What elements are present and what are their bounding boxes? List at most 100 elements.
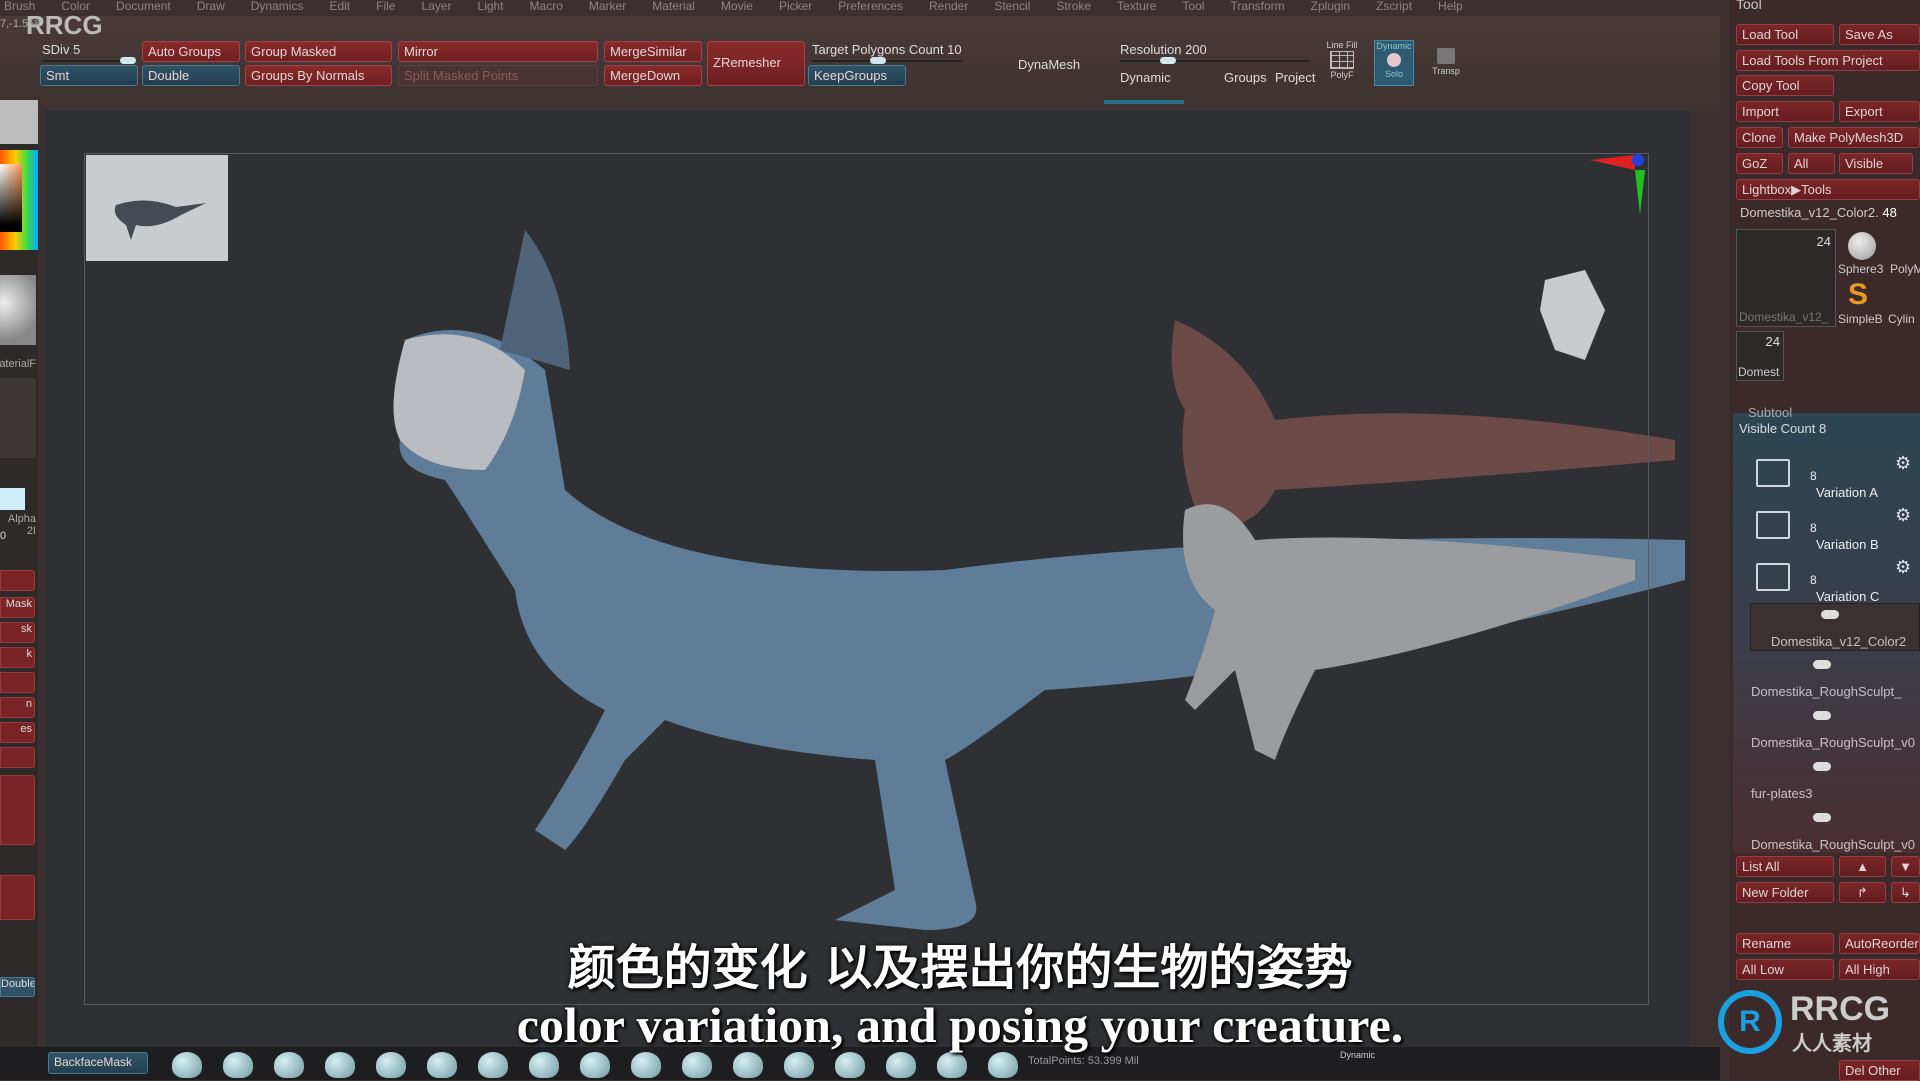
alpha-thumbnail[interactable] [0,488,25,510]
solo-button[interactable]: Dynamic Solo [1374,40,1414,86]
brush-thumbnail[interactable] [580,1052,610,1078]
brush-thumbnail[interactable] [223,1052,253,1078]
visible-count-slider[interactable]: Visible Count 8 [1739,421,1826,436]
sphere-icon[interactable] [1848,232,1876,260]
resolution-slider[interactable] [1120,57,1310,64]
stroke-thumbnail[interactable] [0,378,36,458]
left-shelf-button[interactable] [0,672,35,693]
menu-item-marker[interactable]: Marker [589,0,626,16]
folder-edit-icon[interactable] [1756,563,1790,591]
simplebrush-icon[interactable]: S [1848,278,1868,312]
brush-preview[interactable] [0,100,38,144]
lightbox-tools-button[interactable]: Lightbox▶Tools [1736,179,1920,200]
menu-item-document[interactable]: Document [116,0,171,16]
sdiv-label[interactable]: SDiv 5 [42,42,80,57]
menu-item-stroke[interactable]: Stroke [1056,0,1091,16]
subtool-item[interactable]: Domestika_RoughSculpt_ [1743,654,1913,702]
visible-button[interactable]: Visible [1839,153,1913,174]
transp-button[interactable]: Transp [1428,48,1464,84]
resolution-label[interactable]: Resolution 200 [1120,42,1207,57]
left-shelf-button[interactable]: sk [0,622,35,643]
gear-icon[interactable]: ⚙ [1895,453,1911,474]
target-polygons-label[interactable]: Target Polygons Count 10 [812,42,962,57]
merge-down-button[interactable]: MergeDown [604,65,702,86]
menu-item-zscript[interactable]: Zscript [1376,0,1412,16]
dynamic-button[interactable]: Dynamic [1120,70,1171,85]
menu-item-layer[interactable]: Layer [421,0,451,16]
menu-item-file[interactable]: File [376,0,395,16]
auto-groups-button[interactable]: Auto Groups [142,41,240,62]
visibility-toggle-icon[interactable] [1813,813,1831,822]
brush-thumbnail[interactable] [682,1052,712,1078]
merge-similar-button[interactable]: MergeSimilar [604,41,702,62]
brush-thumbnail[interactable] [325,1052,355,1078]
brush-thumbnail[interactable] [631,1052,661,1078]
brush-thumbnail[interactable] [988,1052,1018,1078]
menu-item-render[interactable]: Render [929,0,968,16]
group-masked-button[interactable]: Group Masked [245,41,392,62]
menu-item-macro[interactable]: Macro [530,0,563,16]
left-shelf-button[interactable]: n [0,697,35,718]
left-shelf-button[interactable]: k [0,647,35,668]
brush-thumbnail[interactable] [376,1052,406,1078]
move-out-button[interactable]: ↳ [1891,882,1920,903]
backface-mask-button[interactable]: BackfaceMask [48,1052,148,1074]
keep-groups-button[interactable]: KeepGroups [808,65,906,86]
zremesher-button[interactable]: ZRemesher [707,41,805,86]
menu-item-zplugin[interactable]: Zplugin [1311,0,1350,16]
save-as-button[interactable]: Save As [1839,24,1920,45]
slider-knob[interactable] [120,57,136,64]
menu-item-picker[interactable]: Picker [779,0,812,16]
menu-item-movie[interactable]: Movie [721,0,753,16]
goz-button[interactable]: GoZ [1736,153,1783,174]
brush-thumbnail[interactable] [427,1052,457,1078]
left-shelf-button[interactable]: es [0,722,35,743]
all-button[interactable]: All [1788,153,1835,174]
gear-icon[interactable]: ⚙ [1895,557,1911,578]
subtool-item[interactable]: Domestika_RoughSculpt_v0 [1743,807,1915,855]
new-folder-button[interactable]: New Folder [1736,882,1834,903]
menu-item-tool[interactable]: Tool [1182,0,1204,16]
export-button[interactable]: Export [1839,101,1920,122]
menu-item-help[interactable]: Help [1438,0,1463,16]
left-tall-button[interactable] [0,775,35,845]
slider-knob[interactable] [870,57,886,64]
menu-item-draw[interactable]: Draw [197,0,225,16]
make-polymesh3d-button[interactable]: Make PolyMesh3D [1788,127,1920,148]
menu-item-stencil[interactable]: Stencil [994,0,1030,16]
groups-button[interactable]: Groups [1224,70,1267,85]
brush-thumbnail[interactable] [937,1052,967,1078]
brush-thumbnail[interactable] [784,1052,814,1078]
subtool-item[interactable]: Domestika_RoughSculpt_v0 [1743,705,1915,753]
line-fill-button[interactable]: Line Fill PolyF [1322,40,1362,84]
load-tools-from-project-button[interactable]: Load Tools From Project [1736,50,1920,71]
visibility-toggle-icon[interactable] [1813,660,1831,669]
menu-item-light[interactable]: Light [478,0,504,16]
left-shelf-button[interactable] [0,570,35,591]
dynamesh-button[interactable]: DynaMesh [1018,57,1080,72]
gear-icon[interactable]: ⚙ [1895,505,1911,526]
move-into-button[interactable]: ↱ [1839,882,1886,903]
material-thumbnail[interactable] [0,275,36,345]
folder-name[interactable]: Variation C [1816,589,1879,604]
groups-by-normals-button[interactable]: Groups By Normals [245,65,392,86]
visibility-toggle-icon[interactable] [1813,711,1831,720]
import-button[interactable]: Import [1736,101,1834,122]
menu-item-edit[interactable]: Edit [329,0,350,16]
folder-icon[interactable] [1756,511,1790,539]
tool-thumbnail-small[interactable]: 24 Domest [1736,331,1784,381]
menu-item-texture[interactable]: Texture [1117,0,1156,16]
color-picker[interactable] [0,150,38,250]
subtool-item[interactable]: Domestika_v12_Color2 [1750,603,1920,651]
move-down-button[interactable]: ▼ [1891,856,1920,877]
list-all-button[interactable]: List All [1736,856,1834,877]
menu-item-preferences[interactable]: Preferences [838,0,903,16]
load-tool-button[interactable]: Load Tool [1736,24,1834,45]
menu-item-material[interactable]: Material [652,0,695,16]
mirror-button[interactable]: Mirror [398,41,598,62]
brush-thumbnail[interactable] [886,1052,916,1078]
clone-button[interactable]: Clone [1736,127,1783,148]
brush-thumbnail[interactable] [835,1052,865,1078]
menu-item-dynamics[interactable]: Dynamics [251,0,304,16]
split-masked-points-button[interactable]: Split Masked Points [398,65,598,86]
